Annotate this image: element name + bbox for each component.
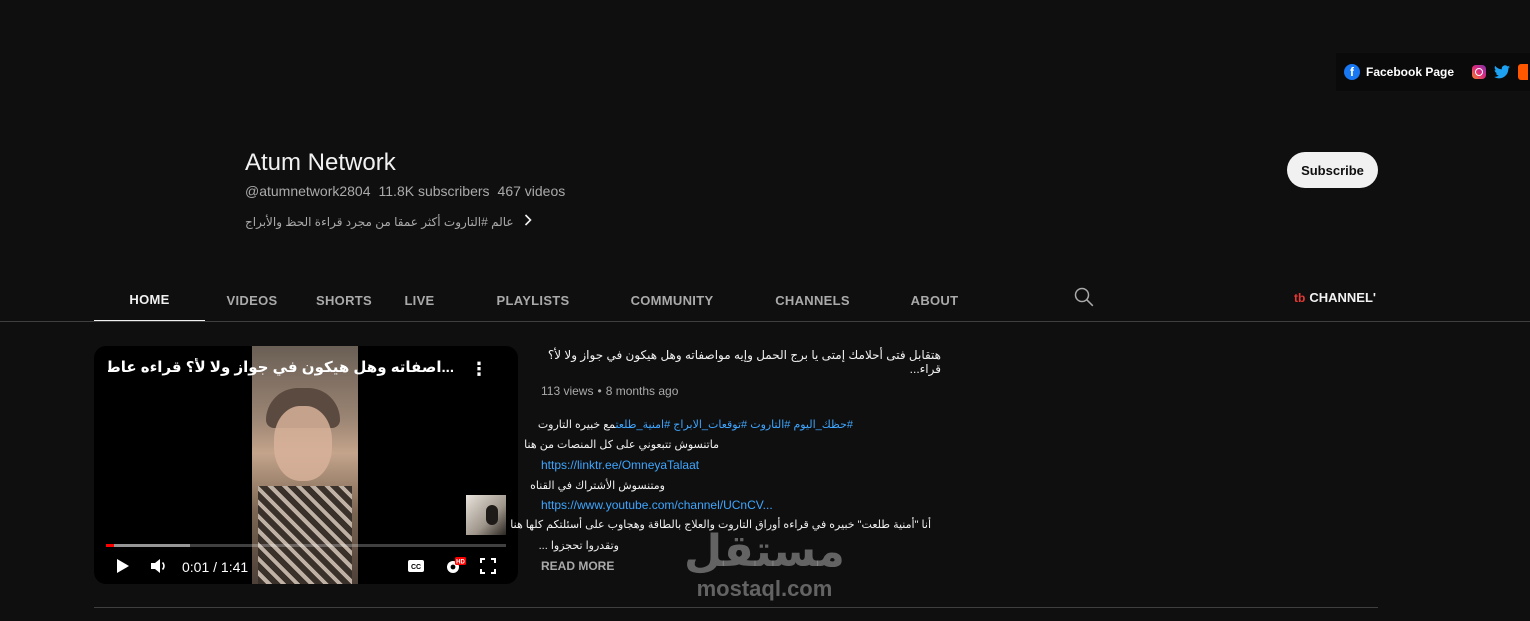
- mostaql-watermark: مستقل mostaql.com: [684, 530, 845, 600]
- instagram-icon[interactable]: [1472, 65, 1487, 79]
- description-line: وتقدروا تحجزوا ...: [538, 540, 619, 552]
- player-video-title[interactable]: ...اصفاته وهل هيكون في جواز ولا لأ؟ قراء…: [108, 358, 454, 376]
- read-more-button[interactable]: READ MORE: [541, 559, 614, 573]
- watermark-arabic: مستقل: [684, 527, 845, 576]
- video-frame: [252, 346, 358, 584]
- channel-watermark-thumbnail[interactable]: [466, 495, 506, 535]
- reddit-icon[interactable]: [1518, 64, 1529, 80]
- view-count: 113 views: [541, 384, 594, 398]
- hashtags[interactable]: #حظك_اليوم #التاروت #توقعات_الابراج #امن…: [615, 419, 853, 431]
- video-stats: 113 views • 8 months ago: [541, 384, 679, 398]
- tab-playlists[interactable]: PLAYLISTS: [450, 278, 616, 322]
- tab-videos[interactable]: VIDEOS: [205, 278, 299, 322]
- facebook-icon: f: [1344, 64, 1360, 80]
- more-options-icon[interactable]: ⋮: [470, 360, 488, 378]
- watermark-latin: mostaql.com: [696, 576, 833, 601]
- description-text: مع خبيره التاروت: [537, 419, 616, 431]
- tab-channels[interactable]: CHANNELS: [728, 278, 897, 322]
- linktree-link[interactable]: https://linktr.ee/OmneyaTalaat: [541, 458, 699, 472]
- subscribe-button[interactable]: Subscribe: [1287, 152, 1378, 188]
- hd-badge: HD: [456, 560, 465, 566]
- tabs-divider: [0, 321, 1530, 322]
- tab-channel-label: CHANNEL': [1309, 290, 1376, 305]
- description-line: ماتنسوش تتبعوني على كل المنصات من هنا: [524, 439, 719, 451]
- progress-played: [106, 544, 114, 547]
- tab-community[interactable]: COMMUNITY: [616, 278, 728, 322]
- play-icon[interactable]: [116, 558, 130, 579]
- tubebuddy-icon: tb: [1294, 290, 1306, 305]
- tab-shorts[interactable]: SHORTS: [299, 278, 389, 322]
- channel-links-bar: f Facebook Page: [1336, 53, 1530, 91]
- video-count: 467 videos: [497, 183, 566, 199]
- channel-tabs: HOME VIDEOS SHORTS LIVE PLAYLISTS COMMUN…: [94, 278, 972, 322]
- progress-buffered: [106, 544, 190, 547]
- chevron-right-icon: [524, 214, 532, 229]
- time-display: 0:01 / 1:41: [182, 559, 249, 575]
- channel-description[interactable]: عالم #التاروت أكثر عمقا من مجرد قراءة ال…: [245, 214, 532, 229]
- video-title[interactable]: هتقابل فتى أحلامك إمتى يا برج الحمل وإيه…: [541, 348, 941, 376]
- tab-channel-extension[interactable]: tb CHANNEL': [1294, 290, 1378, 305]
- tab-about[interactable]: ABOUT: [897, 278, 972, 322]
- featured-video-player[interactable]: ...اصفاته وهل هيكون في جواز ولا لأ؟ قراء…: [94, 346, 518, 584]
- tab-home[interactable]: HOME: [94, 278, 205, 322]
- channel-meta: @atumnetwork2804 11.8K subscribers 467 v…: [245, 183, 565, 199]
- fullscreen-icon[interactable]: [480, 558, 496, 579]
- player-controls: 0:01 / 1:41 CC HD: [94, 554, 518, 580]
- facebook-link-label: Facebook Page: [1366, 65, 1455, 79]
- description-line: ومتنسوش الأشتراك في القناه: [530, 480, 665, 492]
- progress-bar[interactable]: [106, 544, 506, 547]
- facebook-link[interactable]: f Facebook Page: [1344, 64, 1454, 80]
- twitter-icon[interactable]: [1494, 65, 1511, 79]
- captions-icon[interactable]: CC: [407, 559, 425, 578]
- tab-live[interactable]: LIVE: [389, 278, 450, 322]
- upload-age: 8 months ago: [605, 384, 679, 398]
- channel-handle: @atumnetwork2804: [245, 183, 371, 199]
- volume-icon[interactable]: [150, 558, 168, 579]
- subscriber-count: 11.8K subscribers: [378, 183, 490, 199]
- svg-text:CC: CC: [411, 564, 421, 571]
- channel-description-text: عالم #التاروت أكثر عمقا من مجرد قراءة ال…: [245, 214, 514, 229]
- youtube-channel-link[interactable]: https://www.youtube.com/channel/UCnCV...: [541, 498, 773, 512]
- description-line: #حظك_اليوم #التاروت #توقعات_الابراج #امن…: [537, 418, 853, 431]
- channel-name: Atum Network: [245, 149, 396, 176]
- section-divider: [94, 607, 1378, 608]
- settings-icon[interactable]: HD: [444, 557, 466, 580]
- search-icon[interactable]: [1074, 287, 1094, 312]
